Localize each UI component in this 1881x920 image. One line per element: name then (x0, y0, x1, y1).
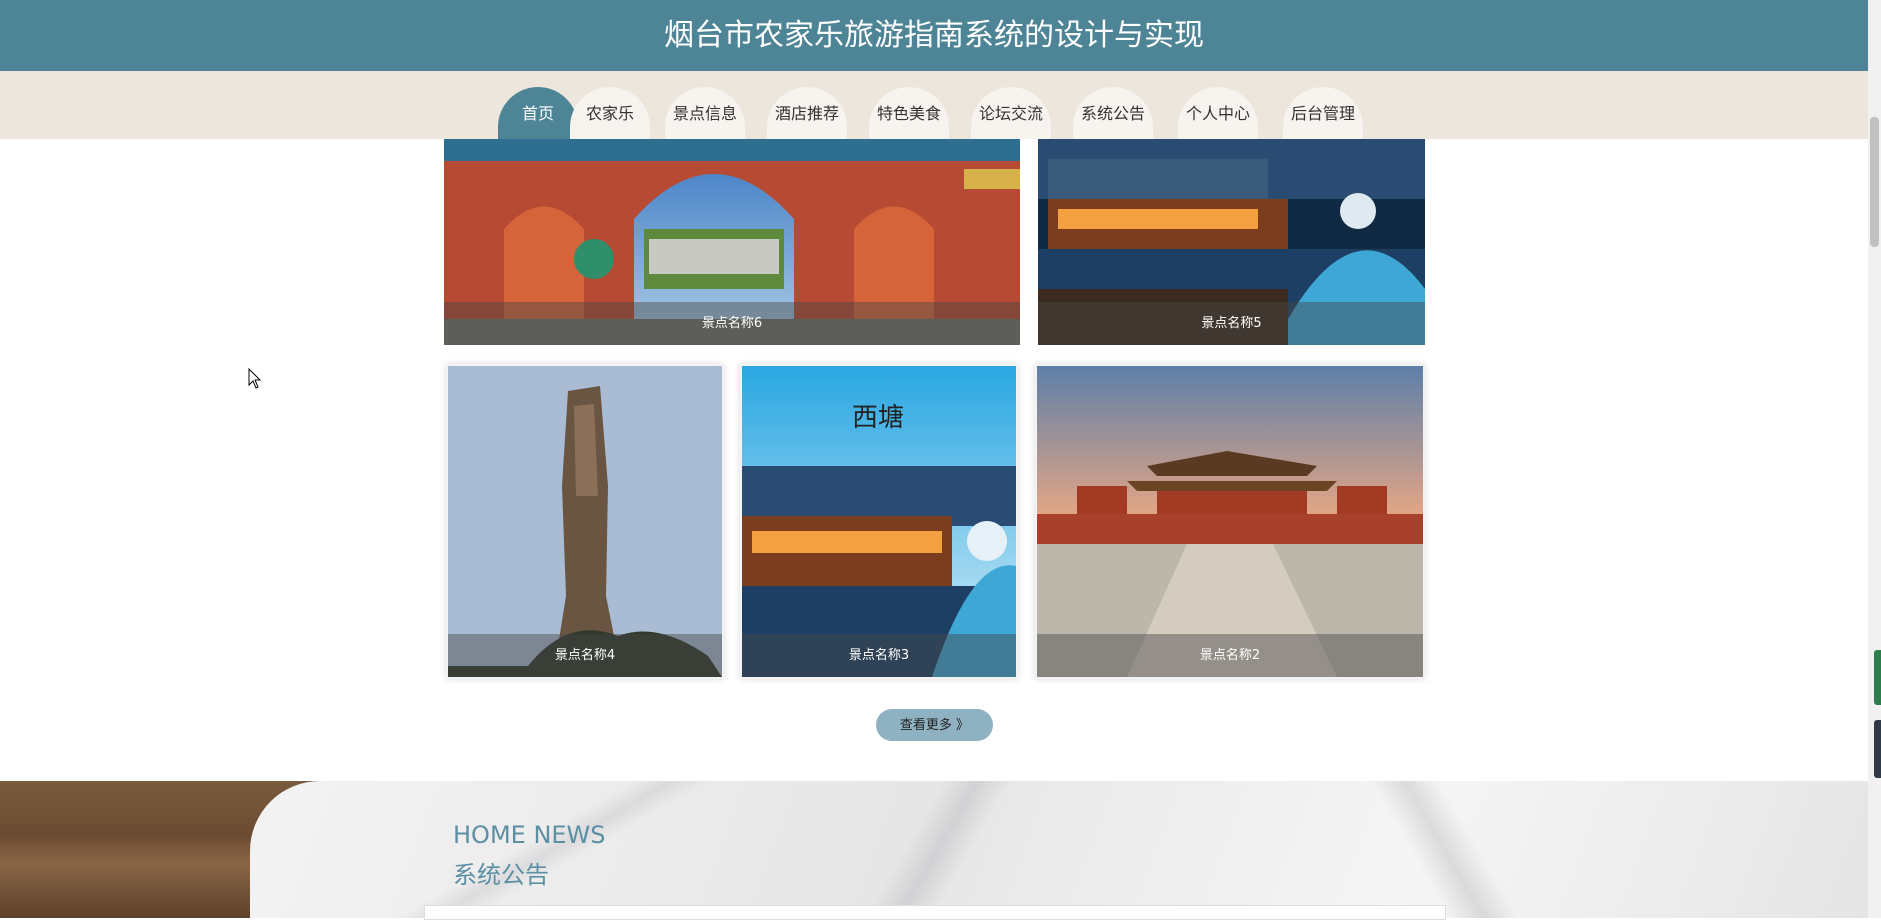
scenic-caption: 景点名称5 (1038, 302, 1425, 345)
nav-announcement[interactable]: 系统公告 (1073, 87, 1153, 139)
site-title: 烟台市农家乐旅游指南系统的设计与实现 (664, 18, 1204, 53)
nav-profile[interactable]: 个人中心 (1178, 87, 1258, 139)
nav-scenic-info[interactable]: 景点信息 (665, 87, 745, 139)
scenic-caption: 景点名称4 (448, 634, 722, 677)
nav-admin[interactable]: 后台管理 (1283, 87, 1363, 139)
scenic-card[interactable]: 景点名称5 (1038, 139, 1425, 345)
mouse-cursor-icon (248, 368, 262, 389)
scenic-card[interactable]: 景点名称6 (444, 139, 1020, 345)
scenic-card[interactable]: 景点名称4 (446, 364, 724, 679)
scenic-caption: 景点名称6 (444, 302, 1020, 345)
news-title-cn: 系统公告 (453, 861, 549, 889)
news-title-en: HOME NEWS (453, 821, 606, 849)
nav-farmstay[interactable]: 农家乐 (570, 87, 650, 139)
side-widget-green[interactable] (1874, 650, 1881, 705)
scenic-image: 西塘 (742, 366, 1016, 677)
scenic-image (448, 366, 722, 677)
site-header: 烟台市农家乐旅游指南系统的设计与实现 (0, 0, 1868, 72)
scenic-card[interactable]: 景点名称2 (1035, 364, 1425, 679)
nav-forum[interactable]: 论坛交流 (971, 87, 1051, 139)
scenic-caption: 景点名称3 (742, 634, 1016, 677)
side-widget-dark[interactable] (1874, 720, 1881, 778)
nav-home[interactable]: 首页 (498, 87, 578, 139)
scenic-caption: 景点名称2 (1037, 634, 1423, 677)
scenic-image (1037, 366, 1423, 677)
xitang-watermark: 西塘 (852, 403, 904, 433)
page-scrollbar[interactable] (1868, 0, 1881, 918)
scrollbar-thumb[interactable] (1870, 117, 1879, 247)
view-more-button[interactable]: 查看更多 》 (876, 709, 993, 741)
nav-hotel[interactable]: 酒店推荐 (767, 87, 847, 139)
main-nav: 首页 农家乐 景点信息 酒店推荐 特色美食 论坛交流 系统公告 个人中心 后台管… (0, 71, 1868, 139)
marble-background (250, 781, 1868, 918)
news-section (0, 781, 1868, 918)
nav-food[interactable]: 特色美食 (869, 87, 949, 139)
scenic-card[interactable]: 西塘 景点名称3 (740, 364, 1018, 679)
